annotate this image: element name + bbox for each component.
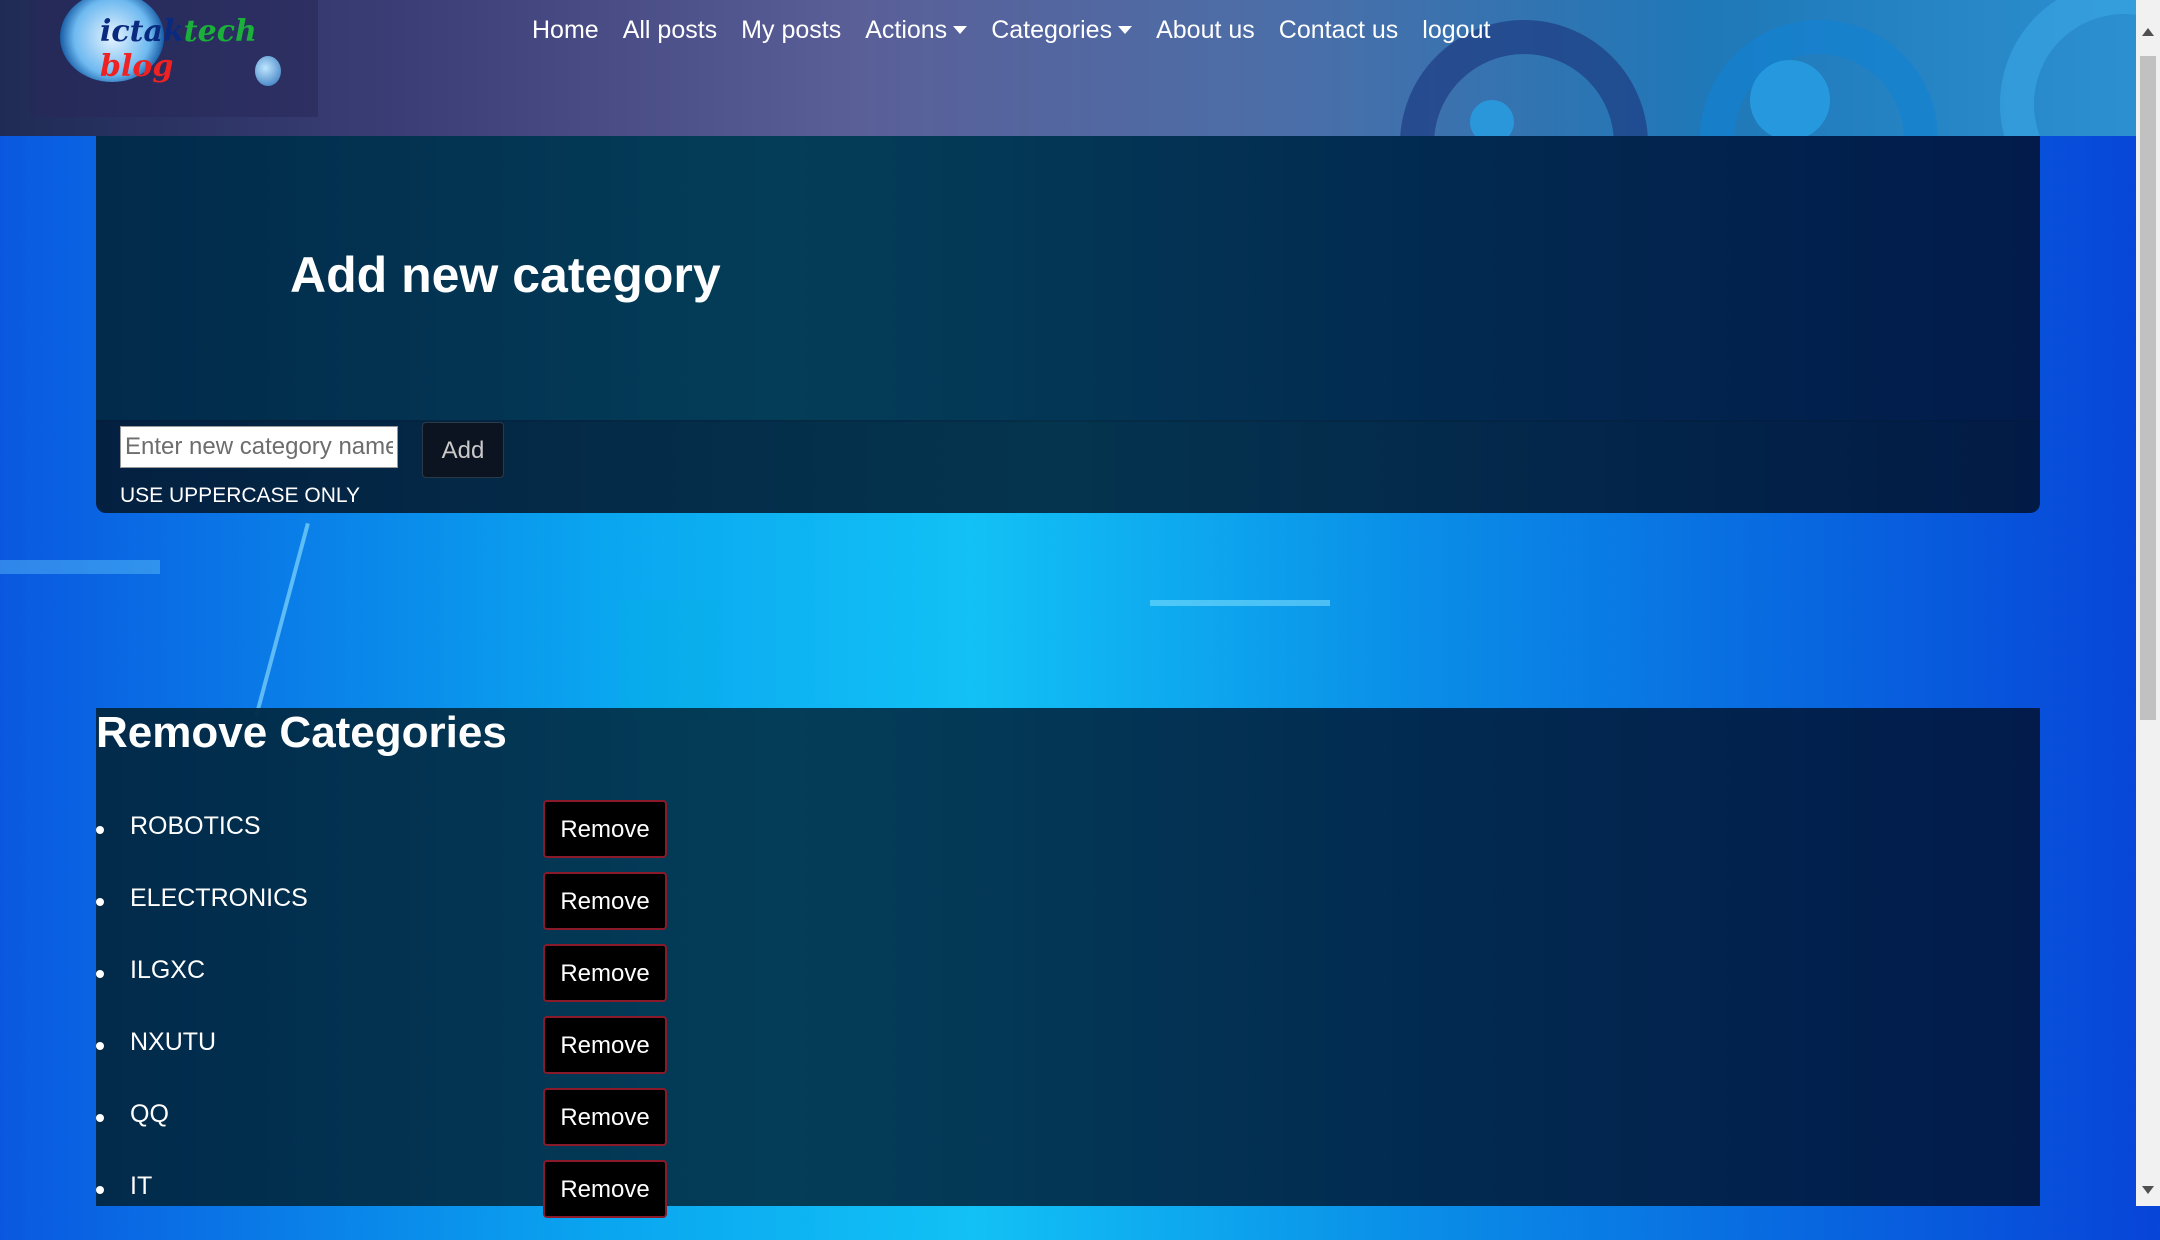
- list-item: QQ Remove: [96, 1088, 896, 1168]
- nav-contact-us-label: Contact us: [1278, 16, 1399, 44]
- category-name: NXUTU: [130, 1028, 217, 1056]
- category-name: ROBOTICS: [130, 812, 261, 840]
- nav-my-posts[interactable]: My posts: [729, 10, 853, 51]
- site-logo[interactable]: ictaktech blog: [30, 0, 318, 117]
- remove-category-button[interactable]: Remove: [543, 1016, 667, 1074]
- bullet-icon: [96, 1114, 104, 1122]
- nav-all-posts[interactable]: All posts: [611, 10, 729, 51]
- uppercase-hint: USE UPPERCASE ONLY: [120, 484, 361, 507]
- logo-drop-icon: [255, 56, 281, 86]
- nav-about-us-label: About us: [1156, 16, 1255, 44]
- scrollbar-thumb[interactable]: [2140, 56, 2156, 720]
- add-category-header: Add new category: [96, 136, 2040, 422]
- category-name: QQ: [130, 1100, 169, 1128]
- remove-category-button[interactable]: Remove: [543, 944, 667, 1002]
- nav-home-label: Home: [532, 16, 599, 44]
- background-streak: [1150, 600, 1330, 606]
- category-name: ELECTRONICS: [130, 884, 308, 912]
- nav-all-posts-label: All posts: [622, 16, 718, 44]
- nav-about-us[interactable]: About us: [1144, 10, 1267, 51]
- scroll-down-arrow-icon[interactable]: [2142, 1186, 2154, 1194]
- category-list: ROBOTICS Remove ELECTRONICS Remove ILGXC…: [96, 800, 896, 1240]
- add-category-button[interactable]: Add: [422, 422, 504, 478]
- remove-category-button[interactable]: Remove: [543, 1160, 667, 1218]
- nav-actions-dropdown[interactable]: Actions: [853, 10, 979, 51]
- remove-category-button[interactable]: Remove: [543, 800, 667, 858]
- bullet-icon: [96, 898, 104, 906]
- logo-wordmark: ictaktech blog: [100, 14, 257, 84]
- bullet-icon: [96, 1186, 104, 1194]
- caret-down-icon: [1118, 26, 1133, 34]
- remove-categories-section: Remove Categories ROBOTICS Remove ELECTR…: [96, 708, 2040, 1218]
- bullet-icon: [96, 970, 104, 978]
- nav-logout-label: logout: [1422, 16, 1491, 44]
- nav-categories-dropdown[interactable]: Categories: [979, 10, 1144, 51]
- remove-category-button[interactable]: Remove: [543, 872, 667, 930]
- page-title: Add new category: [290, 247, 721, 303]
- list-item: NXUTU Remove: [96, 1016, 896, 1096]
- background-streak: [254, 522, 310, 718]
- scroll-up-arrow-icon[interactable]: [2142, 28, 2154, 36]
- bullet-icon: [96, 826, 104, 834]
- main-nav: Home All posts My posts Actions Categori…: [520, 10, 1502, 51]
- gear-decoration: [1470, 100, 1514, 136]
- caret-down-icon: [953, 26, 968, 34]
- gear-decoration: [2000, 0, 2136, 136]
- bullet-icon: [96, 1042, 104, 1050]
- nav-logout[interactable]: logout: [1410, 10, 1502, 51]
- list-item: IT Remove: [96, 1160, 896, 1240]
- background-streak: [0, 560, 160, 574]
- nav-actions-label: Actions: [865, 16, 948, 44]
- background-streak: [620, 600, 720, 720]
- category-name: IT: [130, 1172, 153, 1200]
- category-name-input[interactable]: [120, 426, 398, 468]
- remove-categories-title: Remove Categories: [96, 708, 507, 757]
- category-name: ILGXC: [130, 956, 206, 984]
- remove-category-button[interactable]: Remove: [543, 1088, 667, 1146]
- site-header: ictaktech blog Home All posts My posts A…: [0, 0, 2136, 136]
- nav-contact-us[interactable]: Contact us: [1267, 10, 1411, 51]
- list-item: ELECTRONICS Remove: [96, 872, 896, 952]
- list-item: ILGXC Remove: [96, 944, 896, 1024]
- page-scrollbar[interactable]: [2136, 0, 2160, 1206]
- nav-my-posts-label: My posts: [741, 16, 842, 44]
- nav-categories-label: Categories: [991, 16, 1113, 44]
- nav-home[interactable]: Home: [520, 10, 611, 51]
- list-item: ROBOTICS Remove: [96, 800, 896, 880]
- gear-decoration: [1750, 60, 1830, 136]
- add-category-form: Add USE UPPERCASE ONLY: [96, 420, 2040, 513]
